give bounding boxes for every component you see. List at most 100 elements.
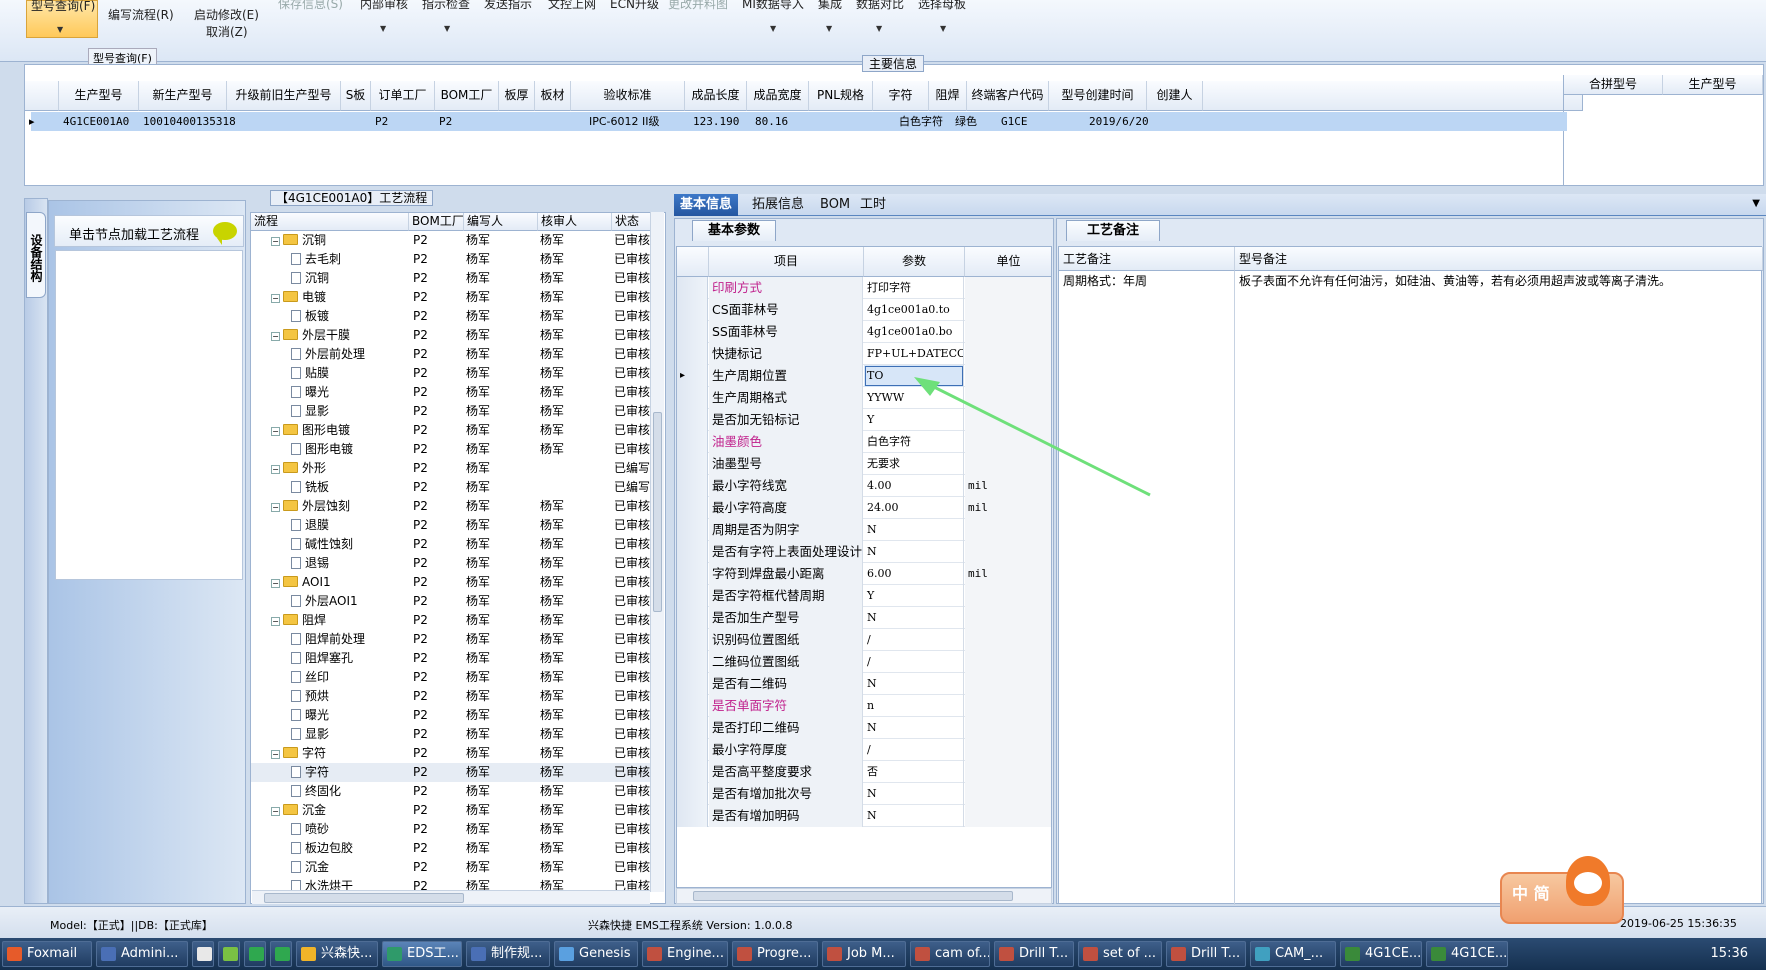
param-row[interactable]: 是否加生产型号 N [677, 607, 1051, 629]
collapse-icon[interactable]: − [271, 617, 280, 626]
row-indicator[interactable] [677, 651, 708, 673]
collapse-icon[interactable]: − [271, 579, 280, 588]
integrate-button[interactable]: 集成 [818, 0, 842, 12]
change-merge-button[interactable]: 更改并料图 [668, 0, 728, 12]
flow-row[interactable]: 铣板 P2 杨军 已编写 [251, 478, 651, 497]
flow-name-cell[interactable]: 板边包胶 [291, 839, 409, 858]
param-row[interactable]: 是否有增加明码 N [677, 805, 1051, 827]
param-row[interactable]: SS面菲林号 4g1ce001a0.bo [677, 321, 1051, 343]
flow-row[interactable]: − 阻焊 P2 杨军 杨军 已审核 [251, 611, 651, 630]
flow-name-cell[interactable]: 终固化 [291, 782, 409, 801]
col-character[interactable]: 字符 [873, 81, 929, 111]
flow-row[interactable]: − 外层蚀刻 P2 杨军 杨军 已审核 [251, 497, 651, 516]
param-row[interactable]: 是否打印二维码 N [677, 717, 1051, 739]
flow-name-cell[interactable]: 沉金 [291, 858, 409, 877]
tab-bom[interactable]: BOM [814, 194, 856, 216]
param-row[interactable]: 是否有二维码 N [677, 673, 1051, 695]
row-indicator[interactable] [677, 277, 708, 299]
taskbar-item[interactable]: Drill T... [994, 941, 1074, 967]
param-value[interactable]: TO [864, 365, 964, 387]
ime-mascot-widget[interactable]: 中 简 [1500, 856, 1624, 940]
param-row[interactable]: 快捷标记FP+UL+DATECODE [677, 343, 1051, 365]
flow-name-cell[interactable]: − 图形电镀 [271, 421, 409, 440]
param-value[interactable]: 4g1ce001a0.to [864, 299, 964, 321]
mi-data-import-button[interactable]: MI数据导入 [742, 0, 804, 12]
tab-basic-params[interactable]: 基本参数 [692, 220, 776, 241]
taskbar-item[interactable] [270, 941, 292, 967]
flow-row[interactable]: − 外层干膜 P2 杨军 杨军 已审核 [251, 326, 651, 345]
param-row[interactable]: 二维码位置图纸 / [677, 651, 1051, 673]
param-row[interactable]: 最小字符线宽 4.00 mil [677, 475, 1051, 497]
taskbar-item[interactable]: Genesis [554, 941, 638, 967]
tab-extended-info[interactable]: 拓展信息 [746, 194, 810, 216]
flow-row[interactable]: 沉铜 P2 杨军 杨军 已审核 [251, 269, 651, 288]
flow-name-cell[interactable]: − 字符 [271, 744, 409, 763]
collapse-icon[interactable]: − [271, 750, 280, 759]
taskbar-item[interactable]: CAM_... [1250, 941, 1336, 967]
flow-name-cell[interactable]: 字符 [291, 763, 409, 782]
taskbar-item[interactable]: set of ... [1078, 941, 1162, 967]
col-param[interactable]: 参数 [864, 247, 965, 277]
taskbar-item[interactable]: Drill T... [1166, 941, 1246, 967]
flow-row[interactable]: 板镀 P2 杨军 杨军 已审核 [251, 307, 651, 326]
col-customer-code[interactable]: 终端客户代码 [967, 81, 1049, 111]
flow-row[interactable]: 阻焊前处理 P2 杨军 杨军 已审核 [251, 630, 651, 649]
col-merge-model[interactable]: 合拼型号 [1563, 75, 1663, 95]
param-hscroll-thumb[interactable] [693, 891, 1013, 901]
taskbar-item[interactable]: Engine... [642, 941, 728, 967]
taskbar-item[interactable] [218, 941, 240, 967]
taskbar-item[interactable] [192, 941, 214, 967]
param-value[interactable]: N [864, 783, 964, 805]
col-flow-writer[interactable]: 编写人 [464, 213, 538, 231]
flow-row[interactable]: − 沉金 P2 杨军 杨军 已审核 [251, 801, 651, 820]
flow-row[interactable]: − 沉铜 P2 杨军 杨军 已审核 [251, 231, 651, 250]
param-value[interactable]: 24.00 [864, 497, 964, 519]
flow-name-cell[interactable]: 图形电镀 [291, 440, 409, 459]
flow-row[interactable]: 沉金 P2 杨军 杨军 已审核 [251, 858, 651, 877]
flow-name-cell[interactable]: 曝光 [291, 383, 409, 402]
flow-hscroll-thumb[interactable] [264, 893, 464, 903]
param-value[interactable]: N [864, 805, 964, 827]
process-note-cell[interactable]: 周期格式：年周 [1059, 271, 1235, 905]
flow-name-cell[interactable]: 碱性蚀刻 [291, 535, 409, 554]
param-value[interactable]: FP+UL+DATECODE [864, 343, 964, 365]
flow-row[interactable]: 贴膜 P2 杨军 杨军 已审核 [251, 364, 651, 383]
collapse-icon[interactable]: − [271, 465, 280, 474]
col-acceptance-standard[interactable]: 验收标准 [571, 81, 685, 111]
flow-name-cell[interactable]: 阻焊塞孔 [291, 649, 409, 668]
collapse-icon[interactable]: − [271, 332, 280, 341]
flow-name-cell[interactable]: 退膜 [291, 516, 409, 535]
param-row[interactable]: 是否有增加批次号 N [677, 783, 1051, 805]
param-value[interactable]: / [864, 651, 964, 673]
flow-name-cell[interactable]: 显影 [291, 402, 409, 421]
tab-basic-info[interactable]: 基本信息 [674, 194, 739, 216]
collapse-icon[interactable]: − [271, 807, 280, 816]
flow-name-cell[interactable]: − 外形 [271, 459, 409, 478]
flow-name-cell[interactable]: 喷砂 [291, 820, 409, 839]
flow-vscroll-thumb[interactable] [653, 412, 662, 612]
param-value[interactable]: 无要求 [864, 453, 964, 475]
param-value[interactable]: 打印字符 [864, 277, 964, 299]
param-value[interactable]: / [864, 629, 964, 651]
param-value[interactable]: N [864, 717, 964, 739]
col-material[interactable]: 板材 [535, 81, 571, 111]
flow-name-cell[interactable]: 板镀 [291, 307, 409, 326]
chevron-down-icon[interactable]: ▼ [1752, 198, 1760, 209]
col-unit[interactable]: 单位 [965, 247, 1051, 277]
flow-name-cell[interactable]: 外层前处理 [291, 345, 409, 364]
col-flow-bom[interactable]: BOM工厂 [409, 213, 464, 231]
row-indicator[interactable] [677, 387, 708, 409]
flow-row[interactable]: − 字符 P2 杨军 杨军 已审核 [251, 744, 651, 763]
flow-row[interactable]: 去毛刺 P2 杨军 杨军 已审核 [251, 250, 651, 269]
flow-row[interactable]: 退膜 P2 杨军 杨军 已审核 [251, 516, 651, 535]
param-row[interactable]: 是否有字符上表面处理设计 N [677, 541, 1051, 563]
col-new-production-model[interactable]: 新生产型号 [139, 81, 227, 111]
param-value[interactable]: N [864, 673, 964, 695]
param-row[interactable]: 是否高平整度要求否 [677, 761, 1051, 783]
param-row[interactable]: 最小字符厚度 / [677, 739, 1051, 761]
param-value[interactable]: 4g1ce001a0.bo [864, 321, 964, 343]
flow-name-cell[interactable]: 阻焊前处理 [291, 630, 409, 649]
collapse-icon[interactable]: − [271, 427, 280, 436]
tab-device-structure[interactable]: 设备结构 [26, 212, 46, 298]
row-indicator[interactable] [677, 805, 708, 827]
